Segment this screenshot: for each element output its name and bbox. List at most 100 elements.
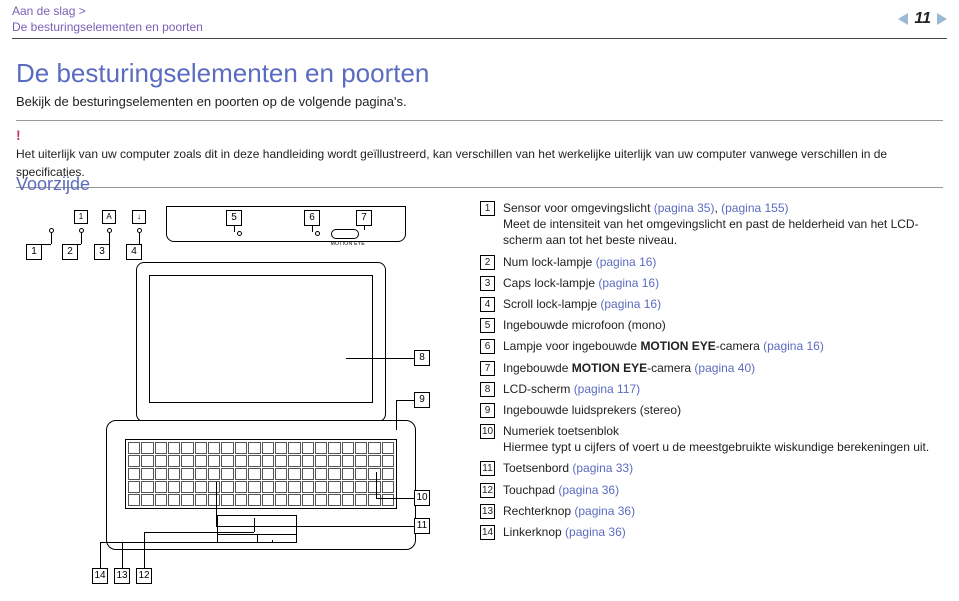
legend-link[interactable]: (pagina 36) [565, 525, 626, 539]
callout-2: 2 [62, 244, 78, 260]
legend-item: 14 Linkerknop (pagina 36) [480, 524, 947, 540]
legend-item: 1Sensor voor omgevingslicht (pagina 35),… [480, 200, 947, 249]
leader-line [122, 542, 123, 568]
legend-num: 6 [480, 339, 495, 354]
legend-item: 6Lampje voor ingebouwde MOTION EYE-camer… [480, 338, 947, 354]
legend-link[interactable]: (pagina 33) [572, 461, 633, 475]
breadcrumb: Aan de slag > De besturingselementen en … [12, 4, 947, 35]
callout-5: 5 [226, 210, 242, 226]
cam-led-dot [315, 231, 320, 236]
leader-line [139, 232, 140, 244]
legend-text: Caps lock-lampje (pagina 16) [503, 275, 659, 291]
legend-label2: -camera [647, 361, 694, 375]
camera-label: MOTION EYE [331, 241, 365, 247]
legend-label: Touchpad [503, 483, 558, 497]
callout-14: 14 [92, 568, 108, 584]
leader-line [364, 226, 365, 230]
leader-line [216, 526, 414, 527]
leader-line [234, 226, 235, 232]
leader-line [376, 498, 414, 499]
legend-link[interactable]: (pagina 36) [558, 483, 619, 497]
legend-item: 7Ingebouwde MOTION EYE-camera (pagina 40… [480, 360, 947, 376]
legend-item: 11 Toetsenbord (pagina 33) [480, 460, 947, 476]
legend-link[interactable]: (pagina 40) [694, 361, 755, 375]
legend-text: Sensor voor omgevingslicht (pagina 35), … [503, 200, 947, 249]
legend-text: Numeriek toetsenblokHiermee typt u cijfe… [503, 423, 929, 455]
legend-text: Ingebouwde MOTION EYE-camera (pagina 40) [503, 360, 755, 376]
legend-list: 1Sensor voor omgevingslicht (pagina 35),… [480, 200, 947, 545]
legend-label: Toetsenbord [503, 461, 572, 475]
leader-line [34, 244, 51, 245]
legend-label: Linkerknop [503, 525, 565, 539]
legend-num: 9 [480, 403, 495, 418]
page-subtitle: Bekijk de besturingselementen en poorten… [16, 94, 407, 109]
callout-12: 12 [136, 568, 152, 584]
legend-label: Ingebouwde microfoon (mono) [503, 318, 666, 332]
notice-text: Het uiterlijk van uw computer zoals dit … [16, 147, 887, 179]
legend-link[interactable]: (pagina 117) [574, 382, 641, 396]
callout-11: 11 [414, 518, 430, 534]
leader-line [144, 532, 254, 533]
laptop-illustration [106, 262, 416, 552]
mic-dot [237, 231, 242, 236]
legend-link[interactable]: (pagina 35) [654, 201, 715, 215]
laptop-lid [136, 262, 386, 422]
touchpad-illustration [217, 515, 297, 543]
callout-3: 3 [94, 244, 110, 260]
legend-sub: Hiermee typt u cijfers of voert u de mee… [503, 439, 929, 455]
leader-line [70, 244, 81, 245]
legend-label: Caps lock-lampje [503, 276, 598, 290]
legend-num: 4 [480, 297, 495, 312]
callout-13: 13 [114, 568, 130, 584]
key-indicator-caps: A [102, 210, 116, 224]
leader-line [254, 518, 255, 532]
legend-bold: MOTION EYE [572, 361, 647, 375]
legend-text: Linkerknop (pagina 36) [503, 524, 626, 540]
leader-line [100, 542, 101, 568]
legend-label: Rechterknop [503, 504, 574, 518]
leader-line [396, 400, 414, 401]
legend-num: 3 [480, 276, 495, 291]
key-indicator-num: 1 [74, 210, 88, 224]
page-indicator: 11 [898, 10, 947, 28]
nav-next-icon[interactable] [937, 13, 947, 25]
legend-link[interactable]: (pagina 16) [598, 276, 659, 290]
leader-line [51, 232, 52, 244]
callout-8: 8 [414, 350, 430, 366]
leader-line [134, 244, 139, 245]
legend-text: LCD-scherm (pagina 117) [503, 381, 640, 397]
callout-10: 10 [414, 490, 430, 506]
legend-item: 4 Scroll lock-lampje (pagina 16) [480, 296, 947, 312]
leader-line [272, 540, 273, 542]
leader-line [144, 532, 145, 568]
laptop-base [106, 420, 416, 550]
legend-link[interactable]: (pagina 36) [574, 504, 635, 518]
callout-6: 6 [304, 210, 320, 226]
legend-link[interactable]: (pagina 16) [600, 297, 661, 311]
legend-label: Ingebouwde luidsprekers (stereo) [503, 403, 681, 417]
legend-link[interactable]: (pagina 16) [763, 339, 824, 353]
legend-link2[interactable]: (pagina 155) [721, 201, 788, 215]
legend-text: Scroll lock-lampje (pagina 16) [503, 296, 661, 312]
legend-num: 2 [480, 255, 495, 270]
legend-label: Ingebouwde [503, 361, 572, 375]
header: Aan de slag > De besturingselementen en … [0, 0, 959, 38]
key-indicator-scroll: ↓ [132, 210, 146, 224]
legend-num: 11 [480, 461, 495, 476]
keyboard-illustration [125, 439, 397, 509]
legend-num: 8 [480, 382, 495, 397]
leader-line [376, 472, 377, 498]
legend-label: Numeriek toetsenblok [503, 424, 619, 438]
nav-prev-icon[interactable] [898, 13, 908, 25]
legend-num: 10 [480, 424, 495, 439]
legend-num: 14 [480, 525, 495, 540]
legend-item: 9 Ingebouwde luidsprekers (stereo) [480, 402, 947, 418]
callout-9: 9 [414, 392, 430, 408]
legend-text: Rechterknop (pagina 36) [503, 503, 635, 519]
legend-label: Scroll lock-lampje [503, 297, 600, 311]
breadcrumb-line1: Aan de slag > [12, 4, 86, 18]
touchpad-button-divider [257, 535, 258, 542]
legend-link[interactable]: (pagina 16) [596, 255, 657, 269]
laptop-diagram: 1 A ↓ 1 2 3 4 MOTION EYE 5 6 7 [16, 202, 456, 592]
legend-item: 10 Numeriek toetsenblokHiermee typt u cij… [480, 423, 947, 455]
